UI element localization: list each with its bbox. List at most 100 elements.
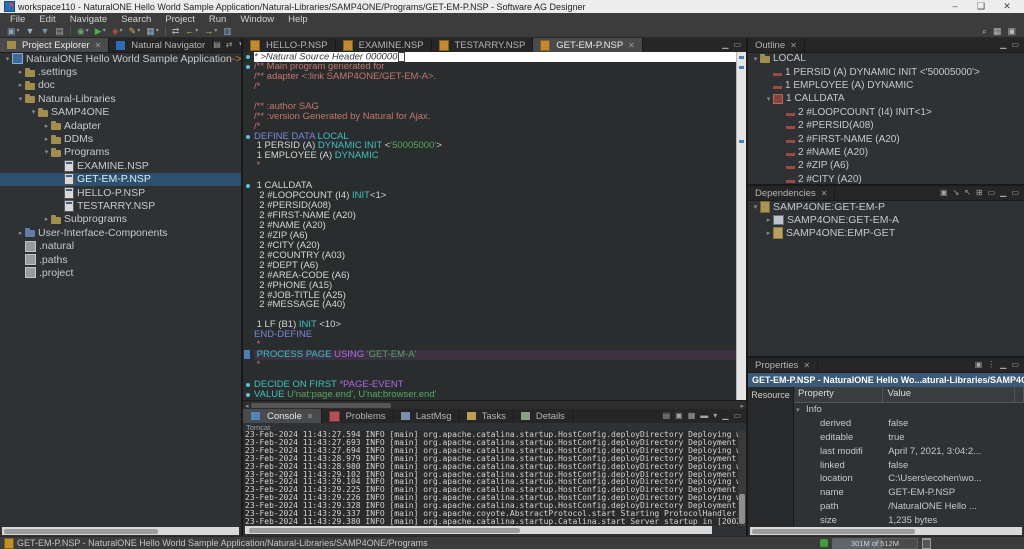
search-icon[interactable]: ⌕ xyxy=(982,26,987,37)
expander-icon[interactable]: ▾ xyxy=(42,148,51,156)
dropdown-arrow-icon[interactable]: ▾ xyxy=(214,28,217,34)
view-tool-icon[interactable]: ↖ xyxy=(964,189,971,197)
dropdown-arrow-icon[interactable]: ▾ xyxy=(17,28,20,34)
toolbar-resource-icon[interactable]: ▥ xyxy=(220,25,235,37)
tab-problems[interactable]: Problems xyxy=(322,409,394,423)
tree-item-ddms[interactable]: ▸DDMs xyxy=(0,132,241,145)
toolbar-run-icon[interactable]: ▶▾ xyxy=(92,25,109,37)
tab-tasks[interactable]: Tasks xyxy=(460,409,514,423)
view-tool-icon[interactable]: ▤ xyxy=(663,412,671,420)
tab-examine-nsp[interactable]: EXAMINE.NSP xyxy=(336,38,432,52)
maximize-icon[interactable]: ▭ xyxy=(1011,41,1019,49)
dropdown-arrow-icon[interactable]: ▾ xyxy=(137,28,140,34)
tree-item-samp4one-get-em-a[interactable]: ▸SAMP4ONE:GET-EM-A xyxy=(748,213,1024,226)
expander-icon[interactable]: ▸ xyxy=(764,216,773,224)
view-tool-icon[interactable]: ▭ xyxy=(988,189,996,197)
expander-icon[interactable]: ▾ xyxy=(3,55,12,63)
tab-console[interactable]: Console✕ xyxy=(243,409,322,423)
tree-item-2-city-a20[interactable]: 2 #CITY (A20) xyxy=(748,173,1024,184)
expander-icon[interactable]: ▾ xyxy=(751,55,760,63)
menu-file[interactable]: File xyxy=(3,14,32,25)
tree-item-1-calldata[interactable]: ▾1 CALLDATA xyxy=(748,92,1024,105)
menu-window[interactable]: Window xyxy=(233,14,281,25)
dropdown-arrow-icon[interactable]: ▾ xyxy=(103,28,106,34)
property-row-editable[interactable]: editabletrue xyxy=(794,431,1024,445)
tab-project-explorer[interactable]: Project Explorer✕ xyxy=(0,38,109,52)
column-value[interactable]: Value xyxy=(883,387,1015,402)
tree-item-naturalone-hello-world-sample-application[interactable]: ▾NaturalONE Hello World Sample Applicati… xyxy=(0,52,241,65)
properties-hscrollbar[interactable] xyxy=(750,527,1022,535)
toolbar-save-all-icon[interactable]: ▼ xyxy=(37,25,52,37)
expander-icon[interactable]: ▸ xyxy=(42,122,51,130)
tree-item-natural[interactable]: .natural xyxy=(0,239,241,252)
tree-item-samp4one-get-em-p[interactable]: ▾SAMP4ONE:GET-EM-P xyxy=(748,200,1024,213)
tab-lastmsg[interactable]: LastMsg xyxy=(394,409,460,423)
tree-item-user-interface-components[interactable]: ▸User-Interface-Components xyxy=(0,226,241,239)
tab-natural-navigator[interactable]: Natural Navigator xyxy=(109,38,213,52)
expander-icon[interactable]: ▸ xyxy=(42,215,51,223)
open-perspective-icon[interactable]: ▦ xyxy=(993,26,1002,37)
close-icon[interactable]: ✕ xyxy=(994,1,1020,12)
tab-hello-p-nsp[interactable]: HELLO-P.NSP xyxy=(243,38,336,52)
tree-item-programs[interactable]: ▾Programs xyxy=(0,146,241,159)
expander-icon[interactable]: ▾ xyxy=(796,406,804,414)
minimize-icon[interactable]: ▁ xyxy=(722,41,728,49)
view-tool-icon[interactable]: ⋮ xyxy=(987,361,995,369)
tree-item-2-first-name-a20[interactable]: 2 #FIRST-NAME (A20) xyxy=(748,132,1024,145)
menu-project[interactable]: Project xyxy=(158,14,202,25)
property-row-linked[interactable]: linkedfalse xyxy=(794,458,1024,472)
expander-icon[interactable]: ▸ xyxy=(16,81,25,89)
tree-item-subprograms[interactable]: ▸Subprograms xyxy=(0,213,241,226)
tree-item-natural-libraries[interactable]: ▾Natural-Libraries xyxy=(0,92,241,105)
toolbar-link-editor-icon[interactable]: ⇄ xyxy=(169,25,183,37)
minimize-icon[interactable]: ▁ xyxy=(722,412,728,420)
maximize-icon[interactable]: ▭ xyxy=(1011,189,1019,197)
project-explorer-tree[interactable]: ▾NaturalONE Hello World Sample Applicati… xyxy=(0,52,241,526)
property-row-path[interactable]: path/NaturalONE Hello ... xyxy=(794,500,1024,514)
column-property[interactable]: Property xyxy=(794,387,883,402)
tree-item-2-zip-a6[interactable]: 2 #ZIP (A6) xyxy=(748,159,1024,172)
property-row-size[interactable]: size1,235 bytes xyxy=(794,513,1024,527)
expander-icon[interactable]: ▸ xyxy=(16,229,25,237)
tab-testarry-nsp[interactable]: TESTARRY.NSP xyxy=(432,38,534,52)
heap-gauge[interactable]: 301M of 512M xyxy=(832,538,918,549)
dropdown-arrow-icon[interactable]: ▾ xyxy=(195,28,198,34)
view-tool-icon[interactable]: ⊞ xyxy=(976,189,983,197)
expander-icon[interactable]: ▾ xyxy=(29,108,38,116)
toolbar-profile-icon[interactable]: ◈▾ xyxy=(109,25,126,37)
garbage-collect-icon[interactable] xyxy=(922,538,931,549)
property-row-derived[interactable]: derivedfalse xyxy=(794,417,1024,431)
property-row-location[interactable]: locationC:\Users\ecohen\wo... xyxy=(794,472,1024,486)
tree-item-examine-nsp[interactable]: EXAMINE.NSP xyxy=(0,159,241,172)
tree-item-adapter[interactable]: ▸Adapter xyxy=(0,119,241,132)
toolbar-edit-icon[interactable]: ✎▾ xyxy=(126,25,144,37)
tab-get-em-p-nsp[interactable]: GET-EM-P.NSP✕ xyxy=(533,38,643,52)
toolbar-save-icon[interactable]: ▼ xyxy=(23,25,38,37)
tree-item-2-loopcount-i4-init-1[interactable]: 2 #LOOPCOUNT (I4) INIT<1> xyxy=(748,106,1024,119)
minimize-icon[interactable]: – xyxy=(942,1,968,12)
toolbar-debug-icon[interactable]: ◉▾ xyxy=(74,25,92,37)
view-tool-icon[interactable]: ▣ xyxy=(940,189,948,197)
menu-search[interactable]: Search xyxy=(114,14,158,25)
toolbar-forward-icon[interactable]: →▾ xyxy=(201,25,220,37)
expander-icon[interactable]: ▸ xyxy=(42,135,51,143)
tab-resource[interactable]: Resource xyxy=(748,387,794,528)
property-group-info[interactable]: ▾Info xyxy=(794,403,1024,417)
console-log[interactable]: 23-Feb-2024 11:43:27.594 INFO [main] org… xyxy=(243,431,738,526)
tree-item-paths[interactable]: .paths xyxy=(0,253,241,266)
toolbar-print-icon[interactable]: ▤ xyxy=(52,25,67,37)
tree-item-1-employee-a-dynamic[interactable]: 1 EMPLOYEE (A) DYNAMIC xyxy=(748,79,1024,92)
view-tool-icon[interactable]: ⇄ xyxy=(226,41,233,49)
tree-item-settings[interactable]: ▸.settings xyxy=(0,65,241,78)
expander-icon[interactable]: ▾ xyxy=(764,95,773,103)
property-row-name[interactable]: nameGET-EM-P.NSP xyxy=(794,486,1024,500)
minimize-icon[interactable]: ▁ xyxy=(1000,189,1006,197)
menu-run[interactable]: Run xyxy=(202,14,233,25)
tree-item-samp4one[interactable]: ▾SAMP4ONE xyxy=(0,106,241,119)
tab-properties[interactable]: Properties✕ xyxy=(748,358,818,372)
view-tool-icon[interactable]: ▤ xyxy=(213,41,221,49)
maximize-icon[interactable]: ▭ xyxy=(1011,361,1019,369)
view-tool-icon[interactable]: ▣ xyxy=(675,412,683,420)
menu-help[interactable]: Help xyxy=(281,14,315,25)
close-icon[interactable]: ✕ xyxy=(821,189,828,198)
